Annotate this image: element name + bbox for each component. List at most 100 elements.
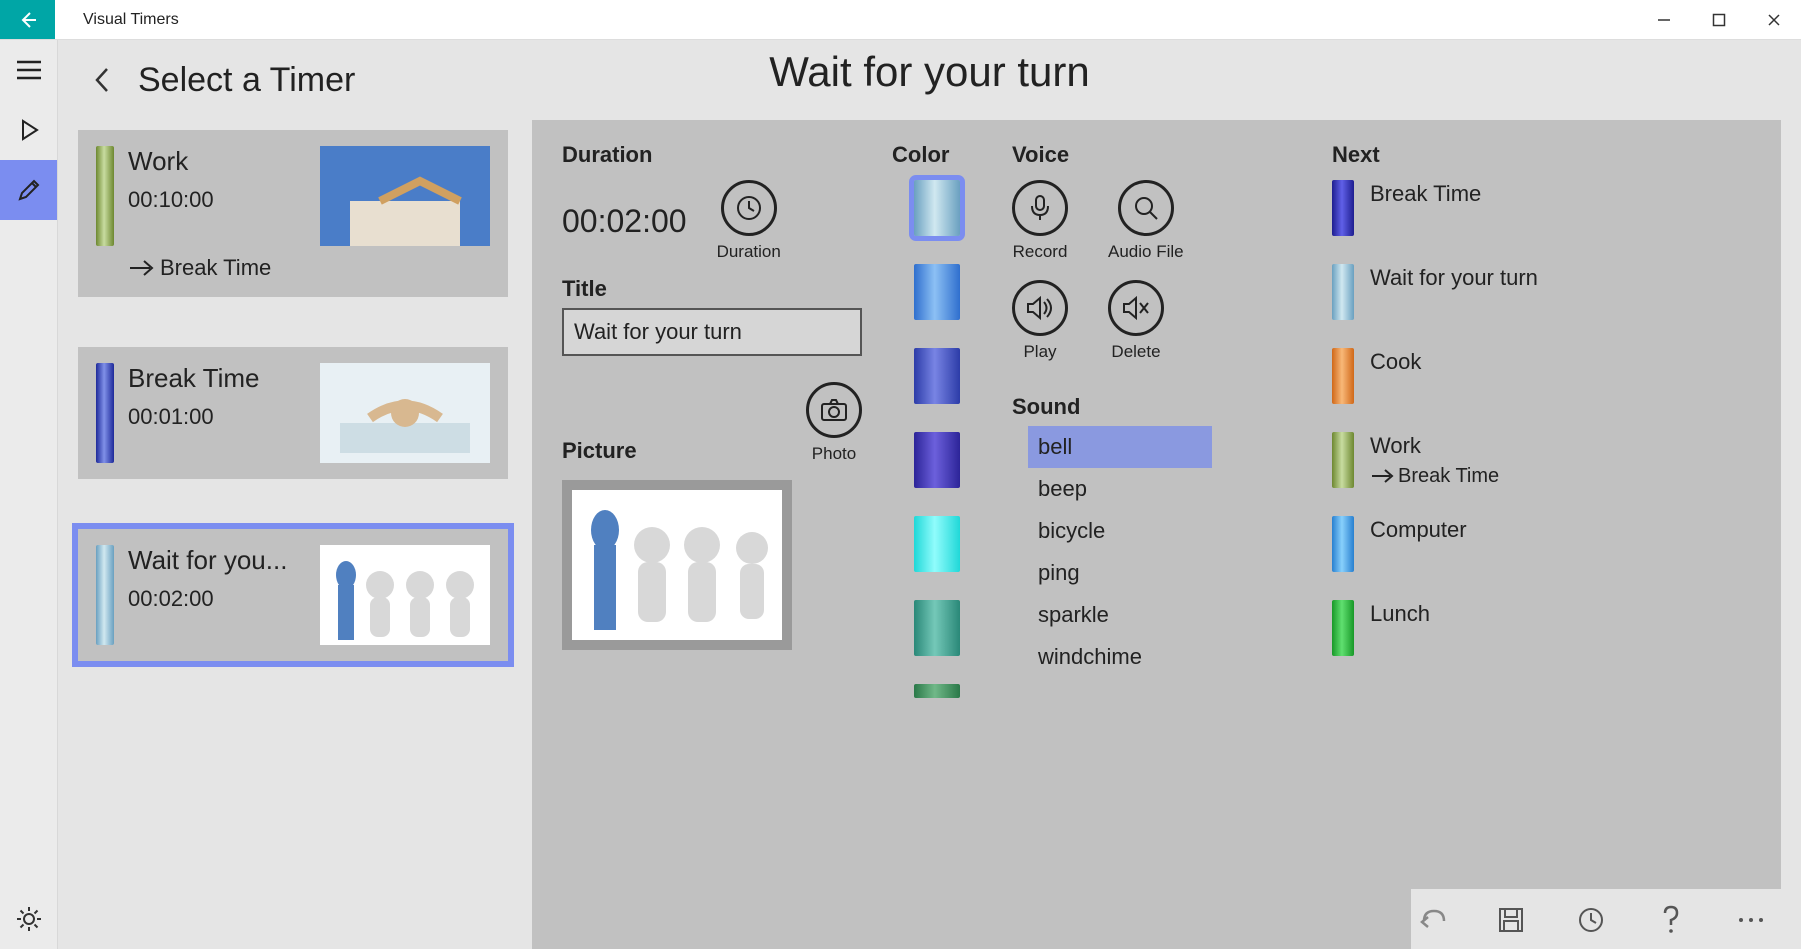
picture-preview[interactable] [562,480,792,650]
next-item-sub-label: Break Time [1398,465,1499,488]
save-button[interactable] [1491,900,1531,940]
timer-duration: 00:10:00 [128,187,306,213]
timer-color-bar [96,146,114,246]
timer-next: Break Time [128,255,306,281]
next-color-bar [1332,264,1354,320]
next-item-break[interactable]: Break Time [1332,180,1751,236]
timer-card-break[interactable]: Break Time 00:01:00 [78,347,508,479]
mic-icon [1029,193,1051,223]
next-color-bar [1332,180,1354,236]
timer-card-work[interactable]: Work 00:10:00 Break Time [78,130,508,297]
titlebar-back-button[interactable] [0,0,55,39]
speaker-mute-icon [1121,295,1151,321]
label-sound: Sound [1012,394,1302,420]
page-title: Wait for your turn [769,48,1090,96]
sound-list: bell beep bicycle ping sparkle windchime [1012,426,1212,678]
back-button[interactable] [78,55,128,105]
timer-list: Work 00:10:00 Break Time B [78,120,508,949]
play-icon [17,118,41,142]
camera-icon [819,397,849,423]
timer-name: Break Time [128,363,306,394]
image-placeholder-icon [320,146,490,246]
color-swatch-6[interactable] [914,684,960,698]
edit-button[interactable] [0,160,57,220]
timer-card-wait[interactable]: Wait for you... 00:02:00 [78,529,508,661]
maximize-button[interactable] [1691,0,1746,39]
next-item-label: Break Time [1370,180,1481,209]
close-button[interactable] [1746,0,1801,39]
sound-item-bicycle[interactable]: bicycle [1028,510,1212,552]
play-button[interactable] [0,100,57,160]
timer-next-label: Break Time [160,255,271,281]
sound-item-beep[interactable]: beep [1028,468,1212,510]
delete-button-label: Delete [1111,342,1160,362]
timer-duration: 00:01:00 [128,404,306,430]
help-icon [1661,905,1681,935]
label-title: Title [562,276,862,302]
audio-file-button[interactable]: Audio File [1108,180,1184,262]
editor-panel: Duration 00:02:00 Duration Title [532,120,1781,949]
color-swatch-0[interactable] [914,180,960,236]
play-voice-button[interactable]: Play [1012,280,1068,362]
content-area: Wait for your turn Select a Timer Work 0… [58,40,1801,949]
title-input[interactable] [574,319,862,345]
timer-color-bar [96,363,114,463]
sound-item-windchime[interactable]: windchime [1028,636,1212,678]
title-input-wrapper [562,308,862,356]
record-button[interactable]: Record [1012,180,1068,262]
timer-name: Work [128,146,306,177]
list-title: Select a Timer [138,61,355,100]
arrow-right-icon [1370,468,1394,484]
more-button[interactable] [1731,900,1771,940]
clock-icon [734,193,764,223]
next-item-wait[interactable]: Wait for your turn [1332,264,1751,320]
next-item-label: Wait for your turn [1370,264,1538,293]
settings-button[interactable] [0,889,57,949]
arrow-left-icon [18,10,38,30]
minimize-button[interactable] [1636,0,1691,39]
search-icon [1132,194,1160,222]
clock-icon [1577,906,1605,934]
left-rail [0,40,58,949]
hamburger-button[interactable] [0,40,57,100]
next-color-bar [1332,516,1354,572]
next-item-cook[interactable]: Cook [1332,348,1751,404]
image-placeholder-icon [320,545,490,645]
save-icon [1497,906,1525,934]
next-item-label: Lunch [1370,600,1430,629]
color-swatch-3[interactable] [914,432,960,488]
gear-icon [15,905,43,933]
clock-button[interactable] [1571,900,1611,940]
color-swatch-2[interactable] [914,348,960,404]
arrow-right-icon [128,259,154,277]
sound-item-bell[interactable]: bell [1028,426,1212,468]
next-item-label: Work [1370,432,1499,461]
speaker-icon [1025,295,1055,321]
chevron-left-icon [92,65,114,95]
help-button[interactable] [1651,900,1691,940]
color-swatch-5[interactable] [914,600,960,656]
duration-value: 00:02:00 [562,203,687,240]
more-icon [1737,915,1765,925]
delete-voice-button[interactable]: Delete [1108,280,1164,362]
label-duration: Duration [562,142,862,168]
titlebar: Visual Timers [0,0,1801,40]
duration-button[interactable]: Duration [717,180,781,262]
color-swatch-1[interactable] [914,264,960,320]
pencil-icon [16,177,42,203]
photo-button[interactable]: Photo [806,382,862,464]
next-list: Break Time Wait for your turn Cook [1332,180,1751,656]
editor-col-voice: Voice Record Audio File [1012,142,1302,927]
color-swatch-4[interactable] [914,516,960,572]
command-bar [1411,889,1801,949]
editor-col-next: Next Break Time Wait for your turn Co [1332,142,1751,927]
close-icon [1767,13,1781,27]
next-item-work[interactable]: Work Break Time [1332,432,1751,488]
sound-item-ping[interactable]: ping [1028,552,1212,594]
undo-button[interactable] [1411,900,1451,940]
timer-thumbnail [320,146,490,246]
sound-item-sparkle[interactable]: sparkle [1028,594,1212,636]
label-voice: Voice [1012,142,1302,168]
next-item-computer[interactable]: Computer [1332,516,1751,572]
next-item-lunch[interactable]: Lunch [1332,600,1751,656]
